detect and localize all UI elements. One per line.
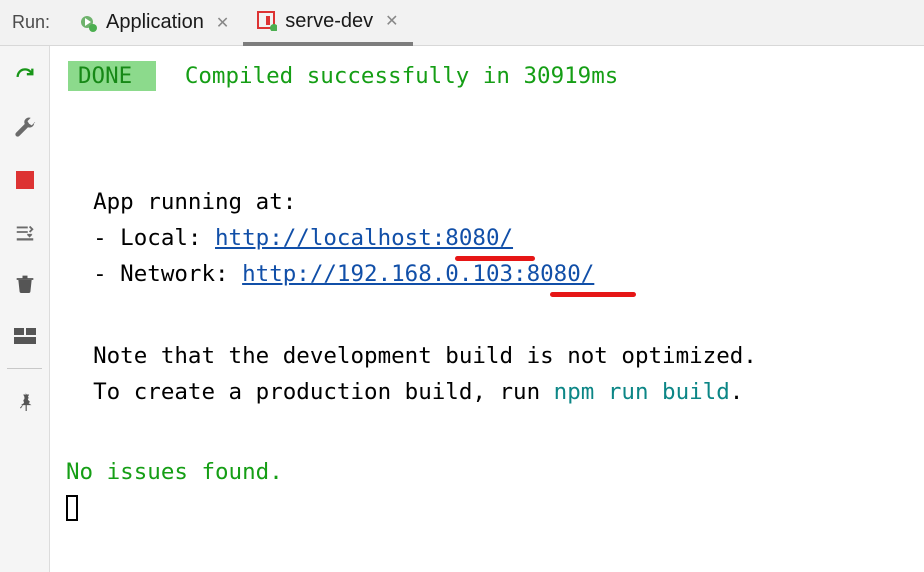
create-line: To create a production build, run [93,379,554,405]
stop-button[interactable] [11,166,39,194]
text-cursor [66,495,78,521]
rerun-button[interactable] [11,62,39,90]
status-badge: DONE [68,61,156,91]
local-label: - Local: [93,225,215,251]
network-url-link[interactable]: http://192.168.0.103:8080/ [242,256,594,292]
run-gutter [0,46,50,572]
app-running-label: App running at: [93,189,296,215]
close-icon[interactable]: ✕ [385,11,398,31]
note-line: Note that the development build is not o… [93,343,757,369]
application-run-icon [78,13,98,33]
layout-icon[interactable] [11,322,39,350]
tab-application[interactable]: Application ✕ [64,0,243,45]
tab-serve-dev[interactable]: serve-dev ✕ [243,0,412,46]
scroll-to-end-icon[interactable] [11,218,39,246]
run-tabs: Application ✕ serve-dev ✕ [64,0,412,45]
no-issues-msg: No issues found. [66,454,920,490]
compiled-message: Compiled successfully in 30919ms [185,63,618,89]
local-url-link[interactable]: http://localhost:8080/ [215,220,513,256]
npm-icon [257,11,277,31]
wrench-icon[interactable] [11,114,39,142]
tab-label: serve-dev [285,10,373,33]
run-label: Run: [6,12,56,33]
console-output[interactable]: DONE Compiled successfully in 30919ms Ap… [50,46,924,572]
pin-icon[interactable] [11,387,39,415]
run-panel-header: Run: Application ✕ serve-dev [0,0,924,46]
separator [7,368,41,369]
npm-command: npm run build [554,379,730,405]
annotation-underline [550,292,636,297]
trash-icon[interactable] [11,270,39,298]
tab-label: Application [106,11,204,34]
close-icon[interactable]: ✕ [216,13,229,33]
network-label: - Network: [93,261,242,287]
